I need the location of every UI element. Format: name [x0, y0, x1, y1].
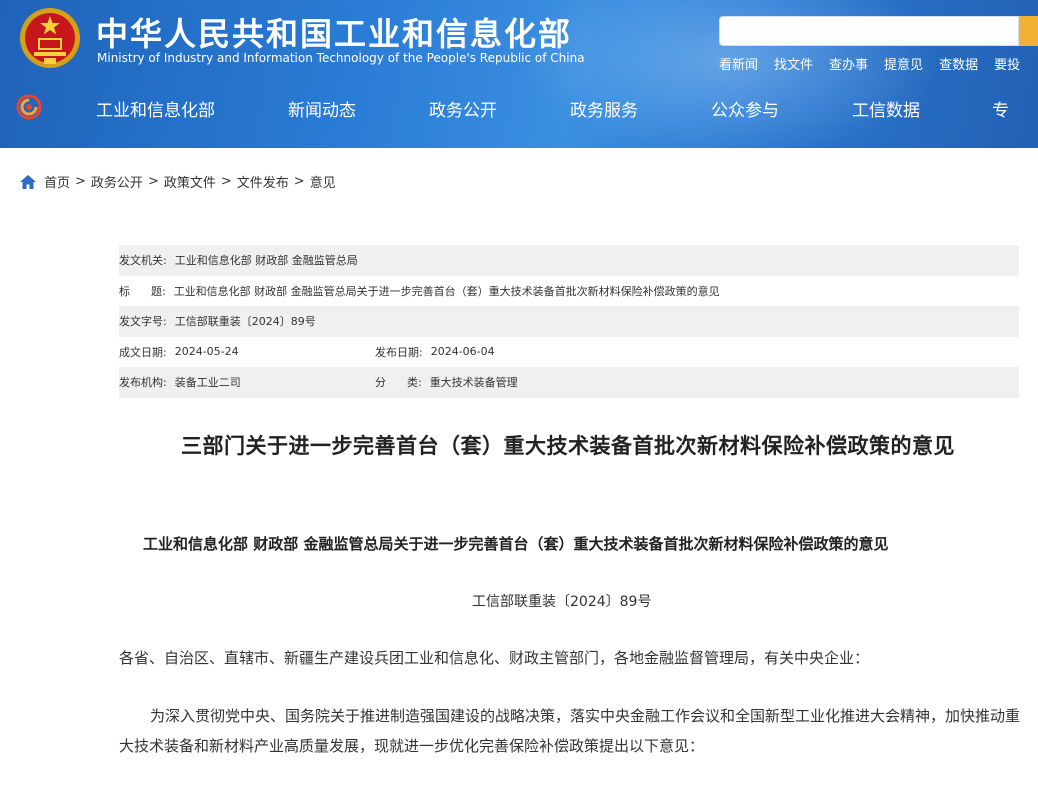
nav-logo-icon[interactable] [16, 94, 42, 120]
breadcrumb-separator: > [147, 174, 159, 189]
meta-label-issuer: 发文机关: [119, 254, 167, 268]
meta-row-title: 标 题: 工业和信息化部 财政部 金融监管总局关于进一步完善首台（套）重大技术装… [119, 276, 1019, 307]
meta-label-title: 标 题: [119, 284, 166, 298]
breadcrumb-policy[interactable]: 政策文件 [164, 172, 216, 191]
meta-cell-published: 发布日期: 2024-06-04 [375, 344, 631, 360]
breadcrumb-affairs[interactable]: 政务公开 [91, 172, 143, 191]
quick-link-news[interactable]: 看新闻 [719, 54, 758, 73]
meta-label-created: 成文日期: [119, 345, 167, 359]
breadcrumb-current[interactable]: 意见 [310, 172, 336, 191]
meta-row-dates: 成文日期: 2024-05-24 发布日期: 2024-06-04 [119, 337, 1019, 368]
meta-row-issuer: 发文机关: 工业和信息化部 财政部 金融监管总局 [119, 245, 1019, 276]
search-input[interactable] [719, 16, 1019, 46]
breadcrumb-release[interactable]: 文件发布 [237, 172, 289, 191]
meta-cell-created: 成文日期: 2024-05-24 [119, 344, 375, 360]
meta-value-title: 工业和信息化部 财政部 金融监管总局关于进一步完善首台（套）重大技术装备首批次新… [173, 284, 720, 298]
meta-value-doc-no: 工信部联重装〔2024〕89号 [174, 315, 316, 329]
meta-label-doc-no: 发文字号: [119, 315, 167, 329]
breadcrumb-separator: > [220, 174, 232, 189]
document-meta-table: 发文机关: 工业和信息化部 财政部 金融监管总局 标 题: 工业和信息化部 财政… [119, 245, 1019, 398]
meta-value-issuer: 工业和信息化部 财政部 金融监管总局 [174, 254, 358, 268]
meta-value-created: 2024-05-24 [174, 345, 239, 359]
site-title[interactable]: 中华人民共和国工业和信息化部 [96, 9, 572, 55]
quick-link-feedback[interactable]: 提意见 [884, 54, 923, 73]
quick-link-services[interactable]: 查办事 [829, 54, 868, 73]
breadcrumb-home[interactable]: 首页 [44, 172, 70, 191]
meta-label-org: 发布机构: [119, 376, 167, 390]
meta-value-category: 重大技术装备管理 [429, 376, 518, 390]
main-nav: 工业和信息化部 新闻动态 政务公开 政务服务 公众参与 工信数据 专 [96, 96, 1038, 121]
breadcrumb: 首页 > 政务公开 > 政策文件 > 文件发布 > 意见 [20, 172, 336, 191]
article-subtitle: 工业和信息化部 财政部 金融监管总局关于进一步完善首台（套）重大技术装备首批次新… [143, 535, 889, 553]
site-subtitle: Ministry of Industry and Information Tec… [97, 51, 585, 65]
national-emblem-icon[interactable] [18, 6, 82, 70]
article-paragraph: 各省、自治区、直辖市、新疆生产建设兵团工业和信息化、财政主管部门，各地金融监督管… [119, 649, 870, 667]
meta-cell-category: 分 类: 重大技术装备管理 [375, 374, 631, 390]
quick-link-more[interactable]: 要投 [994, 54, 1020, 73]
home-icon[interactable] [20, 174, 36, 189]
nav-item-data[interactable]: 工信数据 [852, 96, 920, 121]
meta-row-doc-no: 发文字号: 工信部联重装〔2024〕89号 [119, 306, 1019, 337]
article-title: 三部门关于进一步完善首台（套）重大技术装备首批次新材料保险补偿政策的意见 [181, 434, 955, 458]
meta-cell-org: 发布机构: 装备工业二司 [119, 374, 375, 390]
article-doc-number: 工信部联重装〔2024〕89号 [472, 594, 652, 610]
search-button[interactable] [1019, 16, 1038, 46]
quick-links: 看新闻 找文件 查办事 提意见 查数据 要投 [719, 54, 1020, 73]
nav-item-topics[interactable]: 专 [992, 96, 1009, 121]
breadcrumb-separator: > [75, 174, 86, 189]
meta-value-org: 装备工业二司 [174, 376, 241, 390]
meta-row-org: 发布机构: 装备工业二司 分 类: 重大技术装备管理 [119, 367, 1019, 398]
meta-value-published: 2024-06-04 [430, 345, 495, 359]
meta-label-published: 发布日期: [375, 345, 423, 359]
breadcrumb-separator: > [293, 174, 305, 189]
nav-item-participation[interactable]: 公众参与 [711, 96, 779, 121]
meta-label-category: 分 类: [375, 376, 422, 390]
quick-link-files[interactable]: 找文件 [774, 54, 813, 73]
quick-link-data[interactable]: 查数据 [939, 54, 978, 73]
article-paragraph: 为深入贯彻党中央、国务院关于推进制造强国建设的战略决策，落实中央金融工作会议和全… [119, 707, 1021, 755]
nav-item-affairs[interactable]: 政务公开 [429, 96, 497, 121]
site-header: 中华人民共和国工业和信息化部 Ministry of Industry and … [0, 0, 1038, 148]
nav-item-news[interactable]: 新闻动态 [288, 96, 356, 121]
nav-item-services[interactable]: 政务服务 [570, 96, 638, 121]
nav-item-ministry[interactable]: 工业和信息化部 [96, 96, 215, 121]
